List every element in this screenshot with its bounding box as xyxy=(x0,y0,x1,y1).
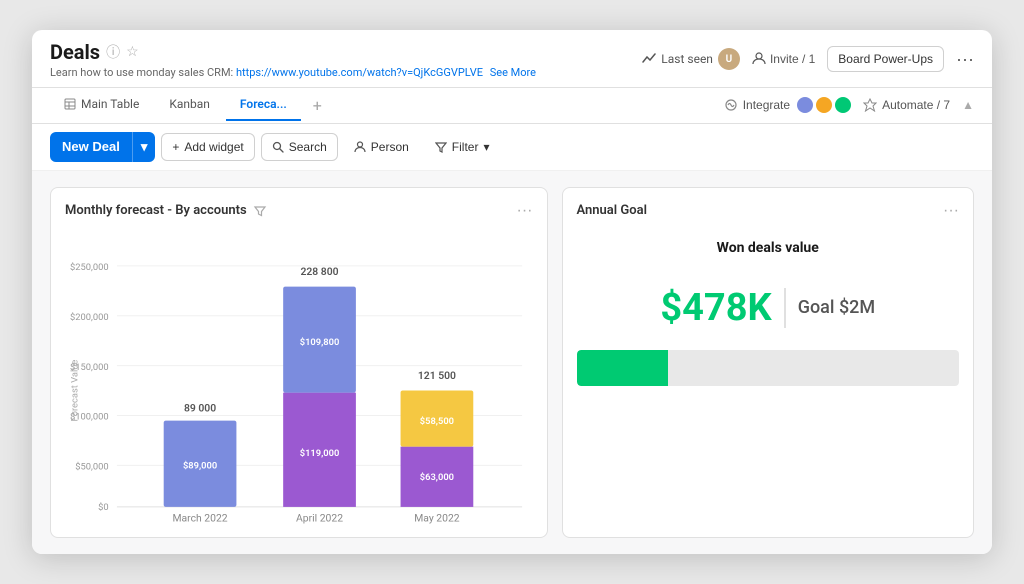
svg-text:228 800: 228 800 xyxy=(300,265,338,278)
main-window: Deals ⓘ ☆ Learn how to use monday sales … xyxy=(32,30,992,554)
svg-text:May 2022: May 2022 xyxy=(414,511,460,524)
collapse-button[interactable]: ▲ xyxy=(962,98,974,112)
new-deal-button[interactable]: New Deal ▾ xyxy=(50,132,155,162)
chart-more-button[interactable]: ··· xyxy=(517,202,533,220)
goal-value: $478K xyxy=(660,286,771,330)
goal-card: Annual Goal ··· Won deals value $478K Go… xyxy=(562,187,975,538)
add-widget-button[interactable]: + Add widget xyxy=(161,133,254,161)
filter-chart-icon[interactable] xyxy=(253,204,267,218)
tab-kanban-label: Kanban xyxy=(169,97,210,111)
svg-text:March 2022: March 2022 xyxy=(172,511,227,524)
header-subtitle: Learn how to use monday sales CRM: https… xyxy=(50,66,536,79)
person-filter-icon xyxy=(354,141,366,153)
goal-value-row: $478K Goal $2M xyxy=(577,286,960,330)
new-deal-dropdown-arrow[interactable]: ▾ xyxy=(132,132,156,162)
tab-add-button[interactable]: + xyxy=(303,88,332,123)
svg-text:Forecast Value: Forecast Value xyxy=(69,360,80,422)
progress-bar-background xyxy=(577,350,960,386)
filter-icon xyxy=(435,141,447,153)
last-seen: Last seen U xyxy=(642,48,740,70)
svg-text:$50,000: $50,000 xyxy=(75,461,108,472)
see-more-link[interactable]: See More xyxy=(490,66,536,79)
main-content: Monthly forecast - By accounts ··· $250,… xyxy=(32,171,992,554)
search-button[interactable]: Search xyxy=(261,133,338,161)
tab-kanban[interactable]: Kanban xyxy=(155,89,224,121)
svg-text:April 2022: April 2022 xyxy=(296,511,343,524)
filter-dropdown-icon: ▾ xyxy=(483,140,489,154)
invite-button[interactable]: Invite / 1 xyxy=(752,52,815,66)
svg-text:$89,000: $89,000 xyxy=(183,460,217,471)
svg-text:121 500: 121 500 xyxy=(418,369,456,382)
bar-chart: $250,000 $200,000 $150,000 $100,000 $50,… xyxy=(65,230,533,551)
svg-text:$250,000: $250,000 xyxy=(70,262,109,273)
integrate-button[interactable]: Integrate xyxy=(724,97,851,113)
toolbar: New Deal ▾ + Add widget Search Person Fi… xyxy=(32,124,992,171)
filter-button[interactable]: Filter ▾ xyxy=(425,134,500,160)
goal-card-header: Annual Goal ··· xyxy=(577,202,960,220)
automate-button[interactable]: Automate / 7 xyxy=(863,98,950,112)
page-title: Deals xyxy=(50,40,100,64)
header-left: Deals ⓘ ☆ Learn how to use monday sales … xyxy=(50,40,536,79)
trend-icon xyxy=(642,52,656,66)
header-more-button[interactable]: ··· xyxy=(956,49,974,70)
svg-text:$119,000: $119,000 xyxy=(300,448,340,459)
goal-more-button[interactable]: ··· xyxy=(943,202,959,220)
svg-text:$63,000: $63,000 xyxy=(420,472,454,483)
title-row: Deals ⓘ ☆ xyxy=(50,40,536,64)
tabs-right: Integrate Automate / 7 ▲ xyxy=(724,97,974,113)
avatar: U xyxy=(718,48,740,70)
tabs-left: Main Table Kanban Foreca... + xyxy=(50,88,332,123)
svg-text:$0: $0 xyxy=(98,502,109,513)
svg-text:$58,500: $58,500 xyxy=(420,416,454,427)
progress-bar-fill xyxy=(577,350,668,386)
integrate-icons xyxy=(797,97,851,113)
header: Deals ⓘ ☆ Learn how to use monday sales … xyxy=(32,30,992,88)
chart-card-header: Monthly forecast - By accounts ··· xyxy=(65,202,533,220)
automate-icon xyxy=(863,98,877,112)
tab-main-table[interactable]: Main Table xyxy=(50,89,153,121)
info-icon[interactable]: ⓘ xyxy=(106,42,120,62)
subtitle-link[interactable]: https://www.youtube.com/watch?v=QjKcGGVP… xyxy=(236,66,483,79)
svg-text:89 000: 89 000 xyxy=(184,401,216,414)
star-icon[interactable]: ☆ xyxy=(126,44,139,60)
plus-icon: + xyxy=(172,140,179,154)
search-icon xyxy=(272,141,284,153)
header-right: Last seen U Invite / 1 Board Power-Ups ·… xyxy=(642,46,974,72)
tabs-row: Main Table Kanban Foreca... + Integrate xyxy=(32,88,992,124)
tab-forecast[interactable]: Foreca... xyxy=(226,89,301,121)
tab-forecast-label: Foreca... xyxy=(240,97,287,111)
board-powerups-button[interactable]: Board Power-Ups xyxy=(827,46,944,72)
goal-divider xyxy=(784,288,786,328)
integrate-icon xyxy=(724,98,738,112)
svg-text:$109,800: $109,800 xyxy=(300,337,340,348)
goal-card-title: Annual Goal xyxy=(577,203,647,218)
table-icon xyxy=(64,98,76,110)
person-button[interactable]: Person xyxy=(344,134,419,160)
chart-card: Monthly forecast - By accounts ··· $250,… xyxy=(50,187,548,538)
goal-target: Goal $2M xyxy=(798,297,875,318)
new-deal-label: New Deal xyxy=(50,132,132,161)
tab-main-table-label: Main Table xyxy=(81,97,139,111)
person-icon xyxy=(752,52,766,66)
chart-title: Monthly forecast - By accounts xyxy=(65,203,267,218)
goal-chart-title: Won deals value xyxy=(577,240,960,256)
svg-text:$200,000: $200,000 xyxy=(70,312,109,323)
